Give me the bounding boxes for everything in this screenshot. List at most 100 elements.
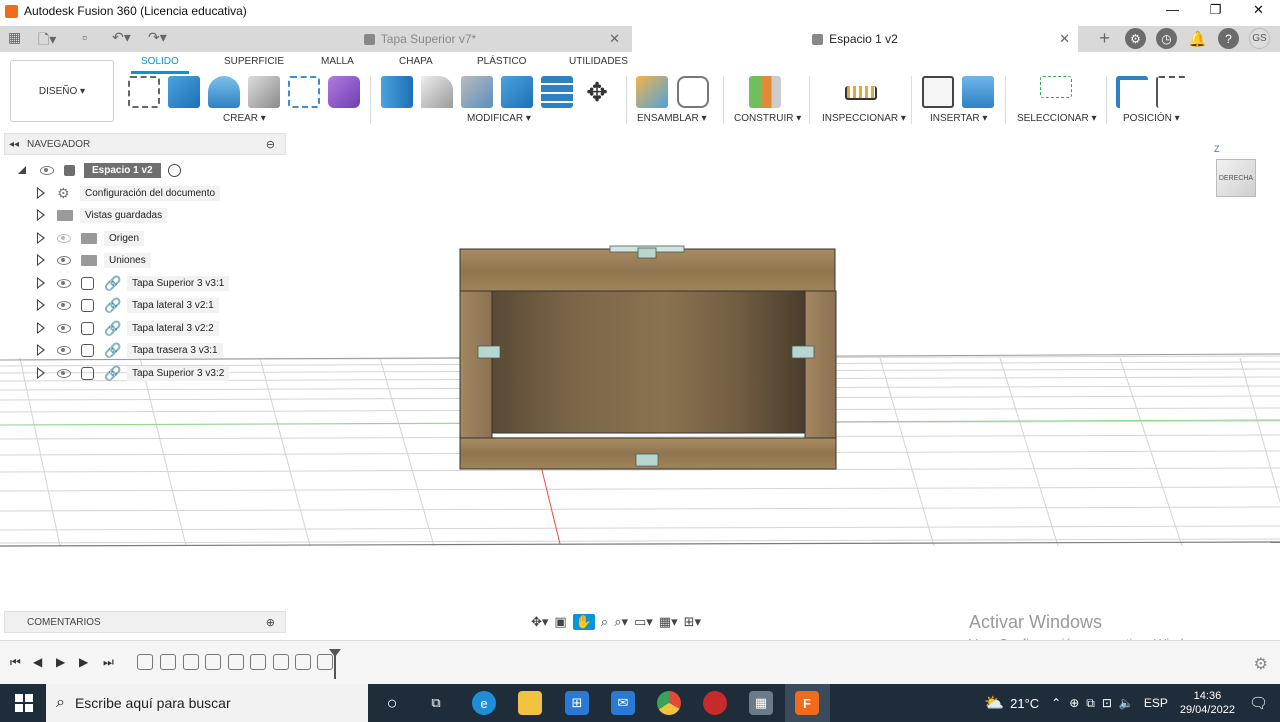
look-at-icon[interactable]: ▣	[554, 614, 566, 630]
group-crear[interactable]: CREAR ▾	[223, 113, 266, 124]
expand-triangle-icon[interactable]	[37, 299, 45, 311]
revolve-icon[interactable]	[208, 76, 240, 108]
close-window-button[interactable]: ✕	[1237, 0, 1280, 22]
language-indicator[interactable]: ESP	[1144, 696, 1168, 710]
windows-start-icon[interactable]	[15, 694, 33, 712]
add-comment-icon[interactable]: ⊕	[266, 616, 275, 629]
save-icon[interactable]: ▫	[82, 29, 87, 45]
expand-triangle-icon[interactable]	[37, 254, 45, 266]
weather-icon[interactable]: ⛅	[984, 693, 1004, 713]
tab-chapa[interactable]: CHAPA	[399, 56, 433, 67]
tab-plastico[interactable]: PLÁSTICO	[477, 56, 526, 67]
notifications-icon[interactable]: 🔔	[1187, 28, 1208, 49]
visibility-eye-icon[interactable]	[57, 255, 71, 265]
file-icon[interactable]: 🗋▾	[38, 29, 56, 53]
minimize-panel-icon[interactable]: ⊖	[266, 138, 275, 151]
close-tab-icon[interactable]: ✕	[609, 31, 620, 47]
timeline-feature-icon[interactable]	[205, 654, 221, 670]
pattern-icon[interactable]	[288, 76, 320, 108]
view-cube-face[interactable]: DERECHA	[1216, 159, 1256, 197]
group-ensamblar[interactable]: ENSAMBLAR ▾	[637, 113, 706, 124]
visibility-eye-icon[interactable]	[40, 165, 54, 175]
revert-position-icon[interactable]	[1156, 76, 1188, 108]
shell-icon[interactable]	[461, 76, 493, 108]
tab-solido[interactable]: SOLIDO	[131, 56, 189, 74]
activate-radio-icon[interactable]	[168, 163, 181, 177]
capture-position-icon[interactable]	[1116, 76, 1148, 108]
expand-triangle-icon[interactable]	[37, 322, 45, 334]
view-cube[interactable]: Z DERECHA	[1210, 144, 1260, 206]
network-icon[interactable]: ⊡	[1102, 696, 1112, 710]
3d-viewport[interactable]: Z DERECHA	[0, 132, 1280, 638]
zoom-icon[interactable]: ⌕	[601, 614, 608, 630]
new-tab-icon[interactable]: +	[1094, 28, 1115, 49]
timeline-feature-icon[interactable]	[160, 654, 176, 670]
tab-malla[interactable]: MALLA	[321, 56, 354, 67]
notifications-center-icon[interactable]: 🗨	[1249, 694, 1268, 712]
visibility-eye-icon[interactable]	[57, 278, 71, 288]
close-tab-icon[interactable]: ✕	[1059, 31, 1070, 47]
edge-icon[interactable]: e	[472, 691, 496, 715]
pan-icon[interactable]: ✋	[572, 614, 595, 630]
cortana-icon[interactable]: ○	[380, 691, 404, 715]
collapse-panel-icon[interactable]: ◂◂	[9, 139, 19, 150]
expand-triangle-icon[interactable]	[37, 277, 45, 289]
expand-triangle-icon[interactable]	[37, 187, 45, 199]
volume-icon[interactable]: 🔈	[1119, 696, 1134, 710]
maximize-button[interactable]: ❐	[1194, 0, 1237, 22]
press-pull-icon[interactable]	[381, 76, 413, 108]
expand-triangle-icon[interactable]	[37, 209, 45, 221]
group-seleccionar[interactable]: SELECCIONAR ▾	[1017, 113, 1096, 124]
timeline-prev-icon[interactable]: ◀	[33, 655, 42, 669]
timeline-play-icon[interactable]: ▶	[56, 655, 65, 669]
timeline-feature-icon[interactable]	[183, 654, 199, 670]
undo-icon[interactable]: ↶▾	[112, 29, 131, 46]
combine-icon[interactable]	[501, 76, 533, 108]
viewport-canvas[interactable]	[0, 132, 1280, 638]
visibility-eye-icon[interactable]	[57, 345, 71, 355]
timeline-marker[interactable]	[329, 649, 341, 679]
tab-espacio[interactable]: Espacio 1 v2 ✕	[632, 26, 1078, 52]
visibility-eye-icon[interactable]	[57, 300, 71, 310]
hole-icon[interactable]	[248, 76, 280, 108]
create-sketch-icon[interactable]	[128, 76, 160, 108]
extensions-icon[interactable]: ⚙	[1125, 28, 1146, 49]
workspace-dropdown[interactable]: DISEÑO ▾	[10, 60, 114, 122]
grid-settings-icon[interactable]: ▦▾	[659, 614, 678, 630]
game-app-icon[interactable]	[703, 691, 727, 715]
insert-image-icon[interactable]	[962, 76, 994, 108]
viewports-icon[interactable]: ⊞▾	[684, 614, 701, 630]
joint-icon[interactable]	[677, 76, 709, 108]
tab-tapa-superior[interactable]: Tapa Superior v7* ✕	[212, 26, 628, 52]
insert-derive-icon[interactable]	[922, 76, 954, 108]
group-construir[interactable]: CONSTRUIR ▾	[734, 113, 801, 124]
fit-icon[interactable]: ⌕▾	[614, 614, 628, 630]
move-icon[interactable]: ✥	[581, 76, 613, 108]
weather-temp[interactable]: 21°C	[1010, 696, 1039, 711]
visibility-eye-icon[interactable]	[57, 368, 71, 378]
group-inspeccionar[interactable]: INSPECCIONAR ▾	[822, 113, 906, 124]
tab-utilidades[interactable]: UTILIDADES	[569, 56, 628, 67]
new-component-icon[interactable]	[636, 76, 668, 108]
create-form-icon[interactable]	[328, 76, 360, 108]
calculator-icon[interactable]: ▦	[749, 691, 773, 715]
group-modificar[interactable]: MODIFICAR ▾	[467, 113, 531, 124]
measure-icon[interactable]	[845, 86, 877, 100]
file-explorer-icon[interactable]	[518, 691, 542, 715]
timeline-joint-icon[interactable]	[295, 654, 311, 670]
job-status-icon[interactable]: ◷	[1156, 28, 1177, 49]
taskbar-search[interactable]: ⌕ Escribe aquí para buscar	[46, 684, 368, 722]
minimize-button[interactable]: —	[1151, 0, 1194, 22]
fillet-icon[interactable]	[421, 76, 453, 108]
group-posicion[interactable]: POSICIÓN ▾	[1123, 113, 1180, 124]
store-icon[interactable]: ⊞	[565, 691, 589, 715]
expand-triangle-icon[interactable]	[37, 232, 45, 244]
tray-app-icon[interactable]: ⧉	[1086, 696, 1095, 711]
timeline-next-icon[interactable]: ▶	[79, 655, 88, 669]
timeline-first-icon[interactable]: ⏮	[10, 655, 21, 670]
timeline-feature-icon[interactable]	[137, 654, 153, 670]
group-insertar[interactable]: INSERTAR ▾	[930, 113, 987, 124]
chrome-icon[interactable]	[657, 691, 681, 715]
select-window-icon[interactable]	[1040, 76, 1072, 98]
hidden-eye-icon[interactable]	[57, 233, 71, 243]
